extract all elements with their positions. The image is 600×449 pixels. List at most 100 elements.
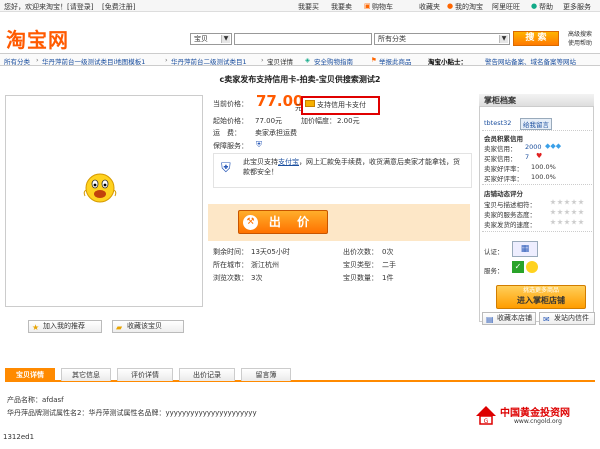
divider	[482, 184, 592, 185]
top-link-sell[interactable]: 我要卖	[331, 2, 352, 12]
contact-seller-button[interactable]: 给我留言	[520, 118, 552, 130]
city-label: 所在城市：	[213, 261, 248, 269]
top-link-wangwang[interactable]: 阿里旺旺	[492, 2, 520, 12]
alipay-link[interactable]: 支付宝	[278, 158, 299, 166]
product-name-row: 产品名称：afdasf	[7, 395, 64, 405]
rating-stars	[550, 219, 585, 227]
footer-code: 1312ed1	[3, 433, 35, 441]
top-link-more[interactable]: 更多服务	[563, 2, 591, 12]
buyer-rate: 100.0%	[531, 173, 556, 181]
favorite-item-label: 收藏该宝贝	[127, 322, 162, 330]
shipping-value: 卖家承担运费	[255, 129, 297, 137]
tab-guestbook[interactable]: 留言簿	[241, 368, 291, 381]
rating-stars	[550, 199, 585, 207]
breadcrumb-sep: ›	[36, 56, 39, 64]
top-link-buy[interactable]: 我要买	[298, 2, 319, 12]
top-link-cart[interactable]: 购物车	[372, 2, 393, 12]
send-message-label: 发站内信件	[554, 314, 589, 322]
welcome-text[interactable]: 您好，欢迎来淘宝！[请登录]	[4, 2, 93, 12]
tab-other-info[interactable]: 其它信息	[61, 368, 111, 381]
bids: 0次	[382, 248, 394, 256]
bid-button[interactable]: ⚒ 出 价	[238, 210, 328, 234]
shield-icon[interactable]: ⛨	[256, 140, 262, 150]
shop-icon: ▤	[486, 315, 494, 324]
increment-label: 加价幅度：	[301, 117, 336, 125]
tab-details[interactable]: 宝贝详情	[5, 368, 55, 381]
breadcrumb-sep: ›	[165, 56, 168, 64]
time-left: 13天05小时	[251, 248, 290, 256]
search-scope-value: 宝贝	[194, 35, 208, 43]
breadcrumb-current: 宝贝详情	[267, 58, 293, 66]
top-link-mytaobao[interactable]: 我的淘宝	[455, 2, 483, 12]
breadcrumb-cat1[interactable]: 华丹萍前台一级测试类目i地图模板1	[42, 56, 145, 66]
top-link-favorites[interactable]: 收藏夹	[419, 2, 440, 12]
shop-banner-top: 挑选更多商品	[522, 287, 559, 294]
advanced-search-link[interactable]: 高级搜索	[568, 30, 592, 39]
breadcrumb-cat2[interactable]: 华丹萍前台二级测试类目1	[171, 56, 247, 66]
start-price-label: 起始价格：	[213, 117, 248, 125]
category-value: 所有分类	[378, 35, 406, 43]
breadcrumb-bar: 所有分类 › 华丹萍前台一级测试类目i地图模板1 › 华丹萍前台二级测试类目1 …	[0, 53, 600, 66]
start-price: 77.00元	[255, 117, 283, 125]
badge-icon[interactable]	[526, 261, 538, 273]
taobao-logo[interactable]: 淘宝网	[6, 24, 69, 53]
advanced-search: 高级搜索 使用帮助	[568, 30, 592, 48]
thumb-icon: ★	[32, 323, 40, 332]
product-name: afdasf	[42, 396, 64, 404]
cart-icon[interactable]: ▣	[364, 2, 371, 10]
heart-icon: ♥	[536, 152, 543, 160]
enter-shop-button[interactable]: 挑选更多商品 进入掌柜店铺	[496, 285, 586, 309]
credit-title: 会员积累信用	[484, 135, 523, 143]
search-help-link[interactable]: 使用帮助	[568, 39, 592, 48]
search-input[interactable]	[234, 33, 372, 45]
divider	[482, 231, 592, 232]
watermark-text: 中国黄金投资网	[500, 408, 570, 419]
send-message-button[interactable]: ✉ 发站内信件	[539, 312, 595, 325]
seller-credit[interactable]: 2000	[525, 143, 542, 151]
guarantee-label: 保障服务：	[213, 142, 248, 150]
tab-bid-records[interactable]: 出价记录	[179, 368, 235, 381]
views-label: 浏览次数：	[213, 274, 248, 282]
alipay-notice-prefix: 此宝贝支持	[243, 158, 278, 166]
breadcrumb-sep: ›	[261, 56, 264, 64]
buyer-credit[interactable]: 7	[525, 153, 529, 161]
buyer-credit-label: 买家信用：	[484, 155, 517, 163]
breadcrumb-all[interactable]: 所有分类	[4, 56, 30, 66]
report-link[interactable]: 举报此商品	[379, 56, 412, 66]
views: 3次	[251, 274, 263, 282]
gavel-icon: ⚒	[243, 215, 258, 230]
add-recommend-label: 加入我的推荐	[43, 322, 85, 330]
credit-card-icon	[305, 100, 315, 107]
diamond-icon: ◆◆◆	[545, 142, 562, 150]
shop-banner-label: 进入掌柜店铺	[517, 296, 565, 305]
register-link[interactable]: [免费注册]	[102, 2, 135, 12]
flag-icon: ⚑	[371, 56, 377, 64]
watermark-logo: G	[474, 404, 498, 426]
tab-reviews[interactable]: 评价详情	[117, 368, 173, 381]
tip-link[interactable]: 警告网站备案、域名备案等网站	[485, 56, 576, 66]
category-select[interactable]: 所有分类 ▼	[374, 33, 510, 45]
checkmark-icon[interactable]: ✓	[512, 261, 524, 273]
increment: 2.00元	[337, 117, 360, 125]
tip-label: 淘宝小贴士：	[428, 58, 467, 66]
help-icon[interactable]: ●	[531, 2, 537, 10]
user-icon[interactable]: ●	[447, 2, 453, 10]
shield-icon: ⛨	[221, 161, 231, 176]
detail-tabs: 宝贝详情 其它信息 评价详情 出价记录 留言簿	[5, 368, 595, 382]
seller-name[interactable]: tbtest32	[484, 119, 511, 127]
safety-guide-link[interactable]: 安全购物指南	[314, 56, 353, 66]
credit-card-link[interactable]: 支持信用卡支付	[317, 100, 366, 110]
search-scope-select[interactable]: 宝贝 ▼	[190, 33, 232, 45]
add-recommend-button[interactable]: ★ 加入我的推荐	[28, 320, 102, 333]
bid-label: 出 价	[268, 215, 316, 229]
search-button[interactable]: 搜 索	[513, 31, 559, 46]
favorite-item-button[interactable]: ▰ 收藏该宝贝	[112, 320, 184, 333]
top-link-help[interactable]: 帮助	[539, 2, 553, 12]
qty-label: 宝贝数量：	[343, 274, 378, 282]
product-name-label: 产品名称：	[7, 396, 42, 404]
seller-credit-label: 卖家信用：	[484, 145, 517, 153]
id-card-icon[interactable]: ▦	[512, 241, 538, 257]
favorite-shop-button[interactable]: ▤ 收藏本店铺	[482, 312, 536, 325]
type-label: 宝贝类型：	[343, 261, 378, 269]
mail-icon: ✉	[543, 315, 550, 324]
